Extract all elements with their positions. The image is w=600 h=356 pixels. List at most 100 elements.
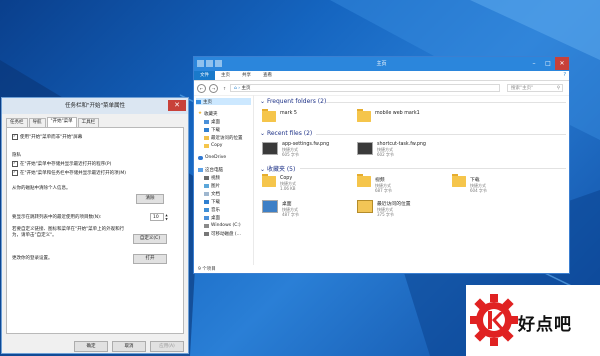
list-item[interactable]: mobile web mark1 — [357, 109, 420, 131]
divider — [316, 134, 566, 135]
nav-item-favorites[interactable]: ★ 收藏夹 — [198, 110, 218, 117]
ok-button[interactable]: 确定 — [74, 341, 108, 352]
group-title: 收藏夹 (5) — [266, 166, 296, 173]
list-item[interactable]: 最近访问的位置 快捷方式 375 字节 — [357, 200, 411, 220]
search-input[interactable]: 搜索"主页" ⚲ — [507, 84, 563, 92]
nav-item-label: 图片 — [211, 183, 220, 189]
nav-item-onedrive[interactable]: OneDrive — [198, 154, 226, 161]
customize-description: 若要自定义链接、图标和菜单在"开始"菜单上的外观和行为，请单击"自定义"。 — [12, 227, 125, 238]
forward-icon[interactable]: → — [209, 83, 218, 93]
content-pane: ⌄ Frequent folders (2) mark 5 mobile web… — [254, 95, 570, 265]
tab-navigation[interactable]: 导航 — [28, 118, 46, 127]
folder-icon — [262, 174, 276, 187]
nav-item-documents[interactable]: 文档 — [204, 190, 220, 197]
nav-item-music[interactable]: 音乐 — [204, 206, 220, 213]
tab-home[interactable]: 主页 — [215, 71, 236, 80]
tab-view[interactable]: 查看 — [257, 71, 278, 80]
checkbox-icon[interactable] — [12, 160, 18, 167]
frequent-folders-header[interactable]: ⌄ Frequent folders (2) — [260, 98, 326, 105]
cancel-button[interactable]: 取消 — [112, 341, 146, 352]
nav-item-desktop[interactable]: 桌面 — [204, 118, 220, 125]
nav-item-downloads-2[interactable]: 下载 — [204, 198, 220, 205]
apply-button[interactable]: 应用(A) — [150, 341, 184, 352]
list-item[interactable]: mark 5 — [262, 109, 297, 131]
privacy-heading: 隐私 — [12, 153, 21, 158]
checkbox-icon[interactable] — [12, 169, 18, 176]
list-item[interactable]: 桌面 快捷方式 487 字节 — [262, 200, 299, 220]
watermark-logo: 好点吧 — [466, 285, 600, 356]
list-item[interactable]: 视频 快捷方式 687 字节 — [357, 174, 392, 196]
nav-item-label: Windows (C:) — [211, 223, 241, 228]
signin-description: 更改你的登录设置。 — [12, 256, 53, 261]
tab-start-menu[interactable]: "开始"菜单 — [46, 117, 77, 127]
item-size: 687 字节 — [375, 188, 392, 193]
recent-icon — [357, 200, 373, 213]
nav-item-home[interactable]: 主页 — [196, 98, 251, 105]
nav-item-label: 可移动磁盘 (... — [211, 231, 241, 237]
use-start-menu-label: 使用"开始"菜单而非"开始"屏幕 — [20, 135, 83, 140]
list-item[interactable]: shortcut-task.fw.png 快捷方式 602 字节 — [357, 142, 426, 162]
desktop-icon — [204, 119, 209, 124]
up-icon[interactable]: ↑ — [221, 85, 228, 92]
nav-item-downloads[interactable]: 下载 — [204, 126, 220, 133]
video-icon — [204, 175, 209, 180]
folder-icon[interactable] — [197, 60, 204, 67]
minimize-icon[interactable]: – — [527, 57, 541, 70]
customize-button[interactable]: 自定义(C) — [133, 234, 167, 244]
chevron-down-icon: ⌄ — [260, 130, 267, 137]
open-button[interactable]: 打开 — [133, 254, 167, 264]
nav-item-desktop-2[interactable]: 桌面 — [204, 214, 220, 221]
window-title: 主页 — [376, 61, 387, 67]
save-icon[interactable] — [206, 60, 213, 67]
tab-share[interactable]: 共享 — [236, 71, 257, 80]
nav-item-drive-c[interactable]: Windows (C:) — [204, 222, 241, 229]
store-recent-programs-option[interactable]: 在"开始"菜单中存储并显示最近打开的程序(P) — [12, 160, 112, 167]
help-icon[interactable]: ? — [563, 72, 566, 78]
search-icon: ⚲ — [556, 86, 560, 91]
list-item[interactable]: 下载 快捷方式 604 字节 — [452, 174, 487, 196]
maximize-icon[interactable]: □ — [541, 57, 555, 70]
store-recent-items-label: 在"开始"菜单和任务栏中存储并显示最近打开的项(M) — [20, 171, 127, 176]
favorites-header[interactable]: ⌄ 收藏夹 (5) — [260, 164, 295, 173]
start-menu-panel: 使用"开始"菜单而非"开始"屏幕 隐私 在"开始"菜单中存储并显示最近打开的程序… — [6, 127, 184, 334]
nav-item-pictures[interactable]: 图片 — [204, 182, 220, 189]
nav-item-removable-disk[interactable]: 可移动磁盘 (... — [204, 230, 241, 237]
chevron-down-icon: ⌄ — [260, 98, 267, 105]
list-item[interactable]: app-settings.fw.png 快捷方式 605 字节 — [262, 142, 329, 162]
documents-icon — [204, 191, 209, 196]
store-recent-programs-label: 在"开始"菜单中存储并显示最近打开的程序(P) — [20, 162, 112, 167]
nav-item-videos[interactable]: 视频 — [204, 174, 220, 181]
nav-item-this-pc[interactable]: 这台电脑 — [198, 166, 223, 173]
item-size: 602 字节 — [377, 152, 394, 157]
jumplist-count-input[interactable]: 10 — [150, 213, 164, 221]
tab-file[interactable]: 文件 — [194, 71, 215, 80]
dialog-title: 任务栏和"开始"菜单属性 — [64, 103, 126, 109]
nav-item-label: 下载 — [211, 199, 220, 205]
nav-item-label: OneDrive — [205, 155, 227, 160]
tab-taskbar[interactable]: 任务栏 — [6, 118, 28, 127]
nav-item-recent[interactable]: 最近访问的位置 — [204, 134, 243, 141]
close-icon[interactable]: ✕ — [555, 57, 569, 70]
item-name: 视频 — [375, 178, 385, 183]
address-bar[interactable]: ⌂ › 主页 — [230, 84, 500, 92]
desktop-icon — [204, 215, 209, 220]
spinner-arrows-icon[interactable]: ▲ ▼ — [164, 213, 169, 221]
nav-item-copy[interactable]: Copy — [204, 142, 222, 149]
search-placeholder: 搜索"主页" — [511, 86, 534, 91]
store-recent-items-option[interactable]: 在"开始"菜单和任务栏中存储并显示最近打开的项(M) — [12, 169, 127, 176]
dialog-tabs: 任务栏 导航 "开始"菜单 工具栏 — [6, 117, 100, 127]
tab-toolbars[interactable]: 工具栏 — [77, 118, 100, 127]
recent-files-header[interactable]: ⌄ Recent files (2) — [260, 130, 312, 137]
item-size: 604 字节 — [470, 188, 487, 193]
nav-item-label: 这台电脑 — [205, 167, 223, 173]
folder-icon — [357, 109, 371, 122]
back-icon[interactable]: ← — [197, 83, 206, 93]
clear-button[interactable]: 清除 — [136, 194, 164, 204]
nav-item-label: 视频 — [211, 175, 220, 181]
nav-item-label: 桌面 — [211, 215, 220, 221]
use-start-menu-option[interactable]: 使用"开始"菜单而非"开始"屏幕 — [12, 133, 83, 140]
checkbox-icon[interactable] — [12, 133, 18, 140]
close-icon[interactable]: ✕ — [168, 100, 186, 111]
chevron-down-icon[interactable] — [215, 60, 222, 67]
list-item[interactable]: Copy 快捷方式 1.06 KB — [262, 174, 296, 196]
